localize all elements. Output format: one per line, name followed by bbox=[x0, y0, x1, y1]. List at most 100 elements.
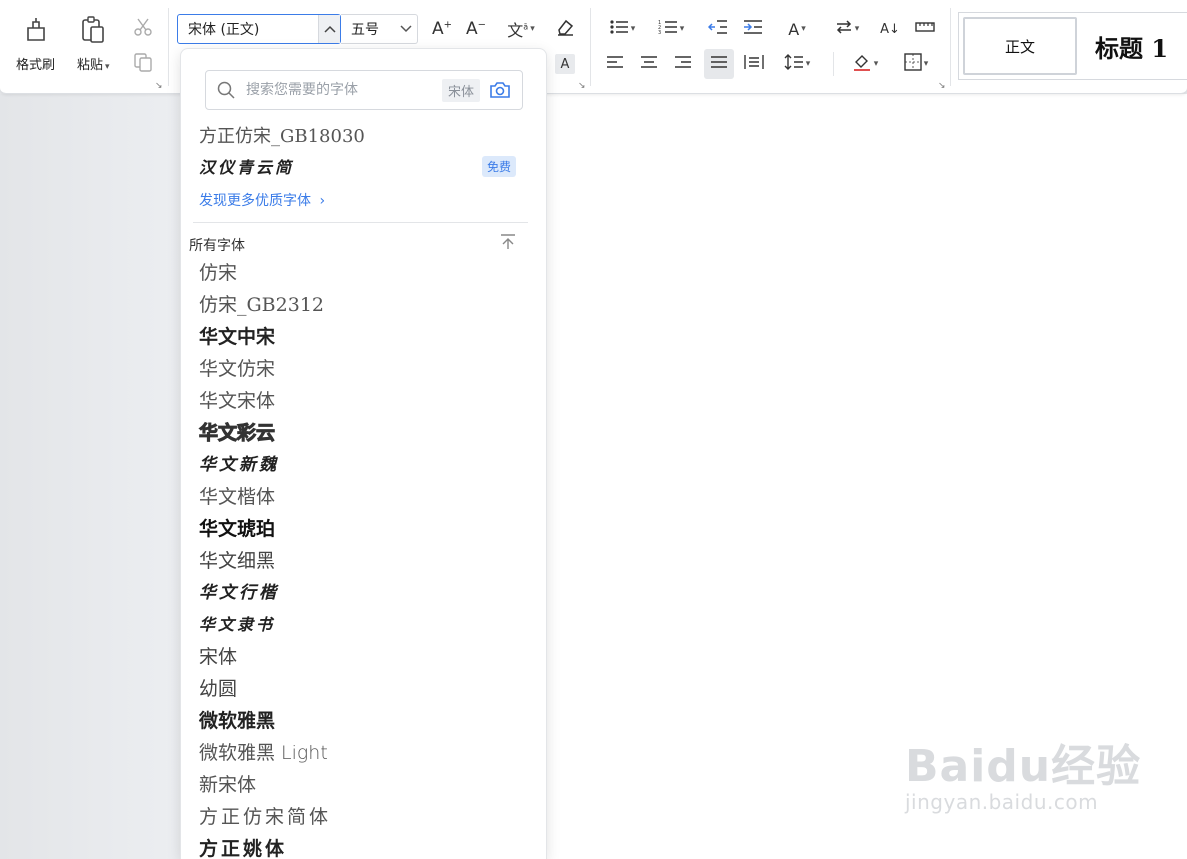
watermark-logo-text: Baidu经验 bbox=[905, 741, 1142, 792]
copy-button[interactable] bbox=[132, 53, 154, 75]
chevron-right-icon: › bbox=[319, 193, 326, 209]
eraser-icon bbox=[555, 18, 575, 40]
clipboard-launcher-icon[interactable]: ↘ bbox=[155, 81, 163, 91]
align-center-button[interactable] bbox=[637, 52, 661, 76]
paste-label: 粘贴 bbox=[77, 58, 104, 73]
font-size-select[interactable]: 五号 bbox=[341, 14, 418, 44]
borders-button[interactable]: ▾ bbox=[897, 52, 935, 76]
font-size-value: 五号 bbox=[351, 22, 379, 38]
home-ribbon: 格式刷 粘贴 ▾ ↘ 宋体 (正文) 五号 A+ A− 文ā ▾ A ↘ ▾ 1… bbox=[0, 0, 1187, 94]
grow-font-button[interactable]: A+ bbox=[430, 17, 454, 41]
font-list-item[interactable]: 宋体 bbox=[199, 641, 529, 673]
text-direction-button[interactable]: A ▾ bbox=[778, 17, 816, 41]
justify-icon bbox=[710, 55, 728, 73]
shrink-font-icon: A− bbox=[465, 19, 487, 39]
paste-button[interactable]: 粘贴 ▾ bbox=[77, 16, 110, 73]
paste-dropdown-icon[interactable]: ▾ bbox=[105, 62, 110, 72]
all-fonts-list: 仿宋 仿宋_GB2312 华文中宋 华文仿宋 华文宋体 华文彩云 华文新魏 华文… bbox=[199, 257, 529, 859]
font-list-item[interactable]: 华文宋体 bbox=[199, 385, 529, 417]
align-left-button[interactable] bbox=[603, 52, 627, 76]
all-fonts-heading: 所有字体 bbox=[189, 238, 245, 254]
shrink-font-button[interactable]: A− bbox=[464, 17, 488, 41]
font-list-item[interactable]: 新宋体 bbox=[199, 769, 529, 801]
cut-button[interactable] bbox=[132, 18, 154, 40]
font-list-item[interactable]: 华文琥珀 bbox=[199, 513, 529, 545]
bullet-list-button[interactable]: ▾ bbox=[605, 17, 639, 41]
paragraph-launcher-icon[interactable]: ↘ bbox=[938, 81, 946, 91]
format-painter-label: 格式刷 bbox=[16, 58, 56, 73]
font-list-item[interactable]: 微软雅黑 Light bbox=[199, 737, 529, 769]
chevron-down-icon bbox=[395, 25, 417, 33]
discover-fonts-link[interactable]: 发现更多优质字体 › bbox=[199, 190, 325, 210]
chevron-up-icon[interactable] bbox=[318, 15, 340, 43]
svg-text:3: 3 bbox=[658, 30, 661, 35]
decrease-indent-icon bbox=[707, 19, 728, 39]
ruler-icon bbox=[915, 20, 935, 38]
style-heading-1[interactable]: 标题 1 bbox=[1095, 17, 1168, 75]
font-list-item[interactable]: 仿宋_GB2312 bbox=[199, 289, 529, 321]
styles-gallery: 正文 标题 1 bbox=[958, 12, 1187, 80]
distribute-button[interactable] bbox=[742, 52, 766, 76]
align-left-icon bbox=[606, 55, 624, 73]
sort-button[interactable]: A↓ bbox=[878, 17, 902, 41]
line-spacing-button[interactable]: ▾ bbox=[778, 52, 816, 76]
style-normal[interactable]: 正文 bbox=[963, 17, 1077, 75]
font-dropdown: 宋体 方正仿宋_GB18030 汉仪青云简 免费 发现更多优质字体 › 所有字体… bbox=[180, 48, 547, 859]
asian-layout-button[interactable]: ▾ bbox=[828, 17, 866, 41]
camera-icon[interactable] bbox=[488, 81, 512, 99]
grow-font-icon: A+ bbox=[431, 19, 453, 39]
char-shading-icon: A bbox=[560, 56, 570, 72]
borders-icon bbox=[904, 53, 922, 75]
decrease-indent-button[interactable] bbox=[706, 17, 730, 41]
clear-format-button[interactable] bbox=[553, 17, 577, 41]
align-center-icon bbox=[640, 55, 658, 73]
scroll-to-top-icon[interactable] bbox=[499, 234, 517, 254]
font-search-input[interactable] bbox=[246, 72, 442, 108]
font-list-item[interactable]: 华文新魏 bbox=[199, 449, 529, 481]
current-font-tag: 宋体 bbox=[441, 78, 480, 102]
recent-font-item[interactable]: 方正仿宋_GB18030 bbox=[199, 122, 365, 148]
font-list-item[interactable]: 方正姚体 bbox=[199, 833, 529, 859]
font-list-item[interactable]: 华文行楷 bbox=[199, 577, 529, 609]
font-list-item[interactable]: 微软雅黑 bbox=[199, 705, 529, 737]
shading-button[interactable]: ▾ bbox=[846, 52, 884, 76]
recent-font-item[interactable]: 汉仪青云简 bbox=[199, 154, 294, 178]
paste-icon bbox=[79, 16, 107, 48]
distribute-icon bbox=[744, 54, 764, 74]
font-list-item[interactable]: 仿宋 bbox=[199, 257, 529, 289]
font-list-item[interactable]: 华文彩云 bbox=[199, 417, 529, 449]
line-spacing-icon bbox=[784, 53, 804, 75]
free-badge: 免费 bbox=[482, 156, 517, 177]
sort-icon: A↓ bbox=[880, 21, 900, 37]
font-launcher-icon[interactable]: ↘ bbox=[578, 81, 586, 91]
show-marks-button[interactable] bbox=[913, 17, 937, 41]
paint-bucket-icon bbox=[852, 53, 872, 75]
font-list-item[interactable]: 华文细黑 bbox=[199, 545, 529, 577]
copy-icon bbox=[133, 52, 153, 76]
font-list-item[interactable]: 方正仿宋简体 bbox=[199, 801, 529, 833]
phonetic-guide-button[interactable]: 文ā ▾ bbox=[502, 17, 540, 41]
numbered-list-icon: 123 bbox=[658, 19, 678, 39]
format-painter-button[interactable]: 格式刷 bbox=[16, 16, 55, 73]
align-right-button[interactable] bbox=[671, 52, 695, 76]
font-list-item[interactable]: 华文仿宋 bbox=[199, 353, 529, 385]
font-list-item[interactable]: 华文隶书 bbox=[199, 609, 529, 641]
numbered-list-button[interactable]: 123 ▾ bbox=[654, 17, 688, 41]
search-icon bbox=[206, 81, 246, 99]
phonetic-guide-icon: 文ā bbox=[507, 21, 529, 40]
baidu-watermark: Baidu经验 jingyan.baidu.com bbox=[905, 730, 1141, 814]
font-list-item[interactable]: 幼圆 bbox=[199, 673, 529, 705]
font-list-item[interactable]: 华文楷体 bbox=[199, 481, 529, 513]
scissors-icon bbox=[133, 17, 153, 41]
char-shading-button[interactable]: A bbox=[555, 54, 575, 74]
font-name-select[interactable]: 宋体 (正文) bbox=[177, 14, 341, 44]
increase-indent-button[interactable] bbox=[741, 17, 765, 41]
format-painter-icon bbox=[23, 16, 49, 48]
increase-indent-icon bbox=[743, 19, 763, 39]
justify-button[interactable] bbox=[704, 49, 734, 79]
bullet-list-icon bbox=[609, 19, 629, 39]
divider bbox=[193, 222, 528, 223]
font-list-item[interactable]: 华文中宋 bbox=[199, 321, 529, 353]
discover-fonts-label: 发现更多优质字体 bbox=[199, 193, 311, 209]
font-name-value: 宋体 (正文) bbox=[188, 22, 260, 38]
